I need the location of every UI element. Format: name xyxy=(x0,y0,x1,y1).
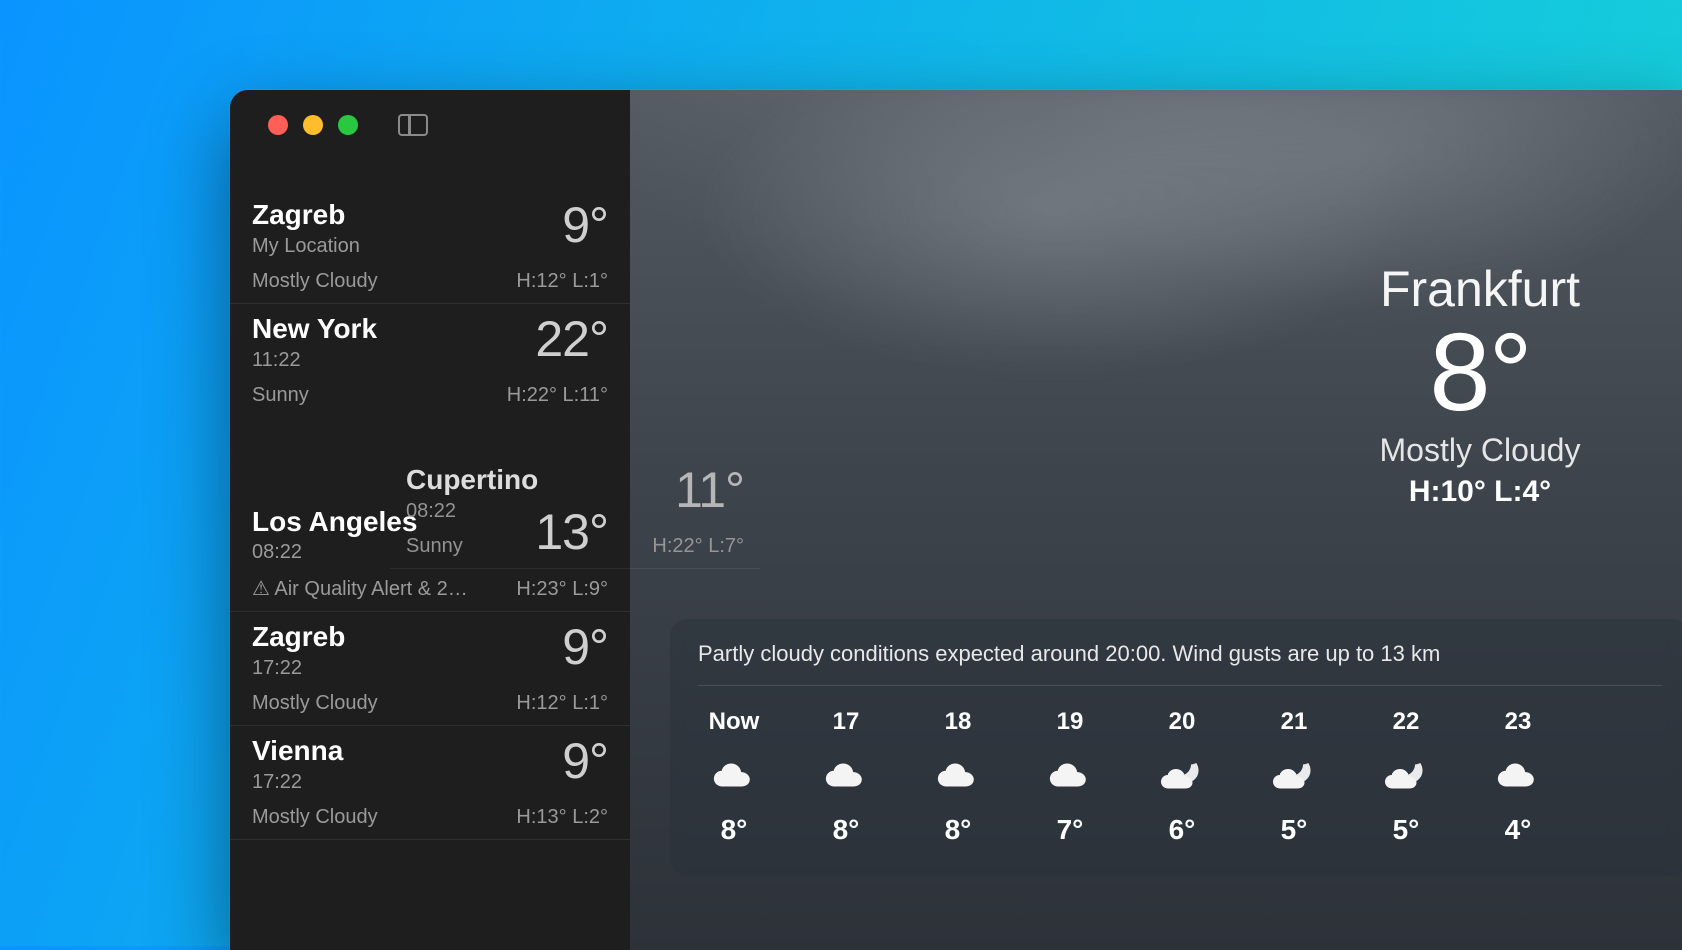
hour-forecast-19: 19 7° xyxy=(1034,708,1106,846)
location-temp: 9° xyxy=(562,622,608,672)
hourly-forecast-row[interactable]: Now 8° 17 8° 18 8° 19 7° 20 6° 21 5° 22 5° 23 4° xyxy=(698,708,1662,846)
hour-temp: 8° xyxy=(945,814,972,846)
location-subtitle: 11:22 xyxy=(252,349,377,372)
hour-forecast-now: Now 8° xyxy=(698,708,770,846)
hour-temp: 5° xyxy=(1281,814,1308,846)
forecast-description: Partly cloudy conditions expected around… xyxy=(698,641,1662,686)
location-subtitle: 08:22 xyxy=(406,500,538,523)
hour-time: 21 xyxy=(1281,708,1308,736)
hero-temperature: 8° xyxy=(1270,318,1682,428)
sidebar-toggle-icon[interactable] xyxy=(398,114,428,136)
location-subtitle: My Location xyxy=(252,235,360,258)
location-hilo: H:13° L:2° xyxy=(516,806,608,829)
cloud-icon xyxy=(711,758,757,792)
current-weather-hero: Frankfurt 8° Mostly Cloudy H:10° L:4° xyxy=(1270,260,1682,509)
location-temp: 11° xyxy=(675,465,744,515)
location-subtitle: 17:22 xyxy=(252,657,345,680)
location-hilo: H:12° L:1° xyxy=(516,270,608,293)
location-hilo: H:12° L:1° xyxy=(516,692,608,715)
cloud-icon xyxy=(1047,758,1093,792)
weather-detail-panel: Frankfurt 8° Mostly Cloudy H:10° L:4° Pa… xyxy=(630,90,1682,950)
hour-temp: 8° xyxy=(833,814,860,846)
location-item-zagreb-2[interactable]: Zagreb 17:22 9° Mostly Cloudy H:12° L:1° xyxy=(230,612,630,726)
location-temp: 9° xyxy=(562,200,608,250)
location-name: Vienna xyxy=(252,736,343,767)
hour-forecast-17: 17 8° xyxy=(810,708,882,846)
weather-window: Zagreb My Location 9° Mostly Cloudy H:12… xyxy=(230,90,1682,950)
hour-time: 18 xyxy=(945,708,972,736)
location-item-newyork[interactable]: New York 11:22 22° Sunny H:22° L:11° xyxy=(230,304,630,417)
zoom-window-button[interactable] xyxy=(338,115,358,135)
night-cloud-icon xyxy=(1158,758,1206,792)
location-item-cupertino-dragging[interactable]: Cupertino 08:22 11° Sunny H:22° L:7° xyxy=(390,455,760,569)
hero-city-name: Frankfurt xyxy=(1270,260,1682,318)
location-hilo: H:22° L:11° xyxy=(507,384,608,407)
minimize-window-button[interactable] xyxy=(303,115,323,135)
night-cloud-icon xyxy=(1270,758,1318,792)
hour-temp: 6° xyxy=(1169,814,1196,846)
location-condition: Mostly Cloudy xyxy=(252,270,378,293)
location-condition: ⚠ Air Quality Alert & 2… xyxy=(252,576,468,601)
location-temp: 9° xyxy=(562,736,608,786)
hour-forecast-18: 18 8° xyxy=(922,708,994,846)
close-window-button[interactable] xyxy=(268,115,288,135)
hour-forecast-21: 21 5° xyxy=(1258,708,1330,846)
location-condition: Sunny xyxy=(406,535,463,558)
hour-temp: 8° xyxy=(721,814,748,846)
hero-hilo: H:10° L:4° xyxy=(1270,475,1682,509)
night-cloud-icon xyxy=(1382,758,1430,792)
hour-time: 19 xyxy=(1057,708,1084,736)
location-item-zagreb-current[interactable]: Zagreb My Location 9° Mostly Cloudy H:12… xyxy=(230,190,630,304)
location-temp: 22° xyxy=(535,314,608,364)
hourly-forecast-panel: Partly cloudy conditions expected around… xyxy=(670,619,1682,876)
hour-time: Now xyxy=(709,708,760,736)
hour-time: 20 xyxy=(1169,708,1196,736)
hour-temp: 7° xyxy=(1057,814,1084,846)
location-condition: Mostly Cloudy xyxy=(252,806,378,829)
cloud-icon xyxy=(935,758,981,792)
location-hilo: H:23° L:9° xyxy=(516,578,608,601)
hour-time: 23 xyxy=(1505,708,1532,736)
hour-temp: 4° xyxy=(1505,814,1532,846)
location-condition: Sunny xyxy=(252,384,309,407)
location-name: Zagreb xyxy=(252,622,345,653)
traffic-lights xyxy=(268,115,358,135)
location-name: Cupertino xyxy=(406,465,538,496)
hour-time: 22 xyxy=(1393,708,1420,736)
hour-forecast-20: 20 6° xyxy=(1146,708,1218,846)
hour-forecast-23: 23 4° xyxy=(1482,708,1554,846)
cloud-icon xyxy=(823,758,869,792)
hour-forecast-22: 22 5° xyxy=(1370,708,1442,846)
location-item-vienna[interactable]: Vienna 17:22 9° Mostly Cloudy H:13° L:2° xyxy=(230,726,630,840)
location-name: New York xyxy=(252,314,377,345)
location-condition: Mostly Cloudy xyxy=(252,692,378,715)
hero-condition: Mostly Cloudy xyxy=(1270,432,1682,469)
cloud-icon xyxy=(1495,758,1541,792)
location-name: Zagreb xyxy=(252,200,360,231)
location-subtitle: 17:22 xyxy=(252,771,343,794)
titlebar xyxy=(230,90,1682,160)
location-hilo: H:22° L:7° xyxy=(652,535,744,558)
hour-time: 17 xyxy=(833,708,860,736)
hour-temp: 5° xyxy=(1393,814,1420,846)
